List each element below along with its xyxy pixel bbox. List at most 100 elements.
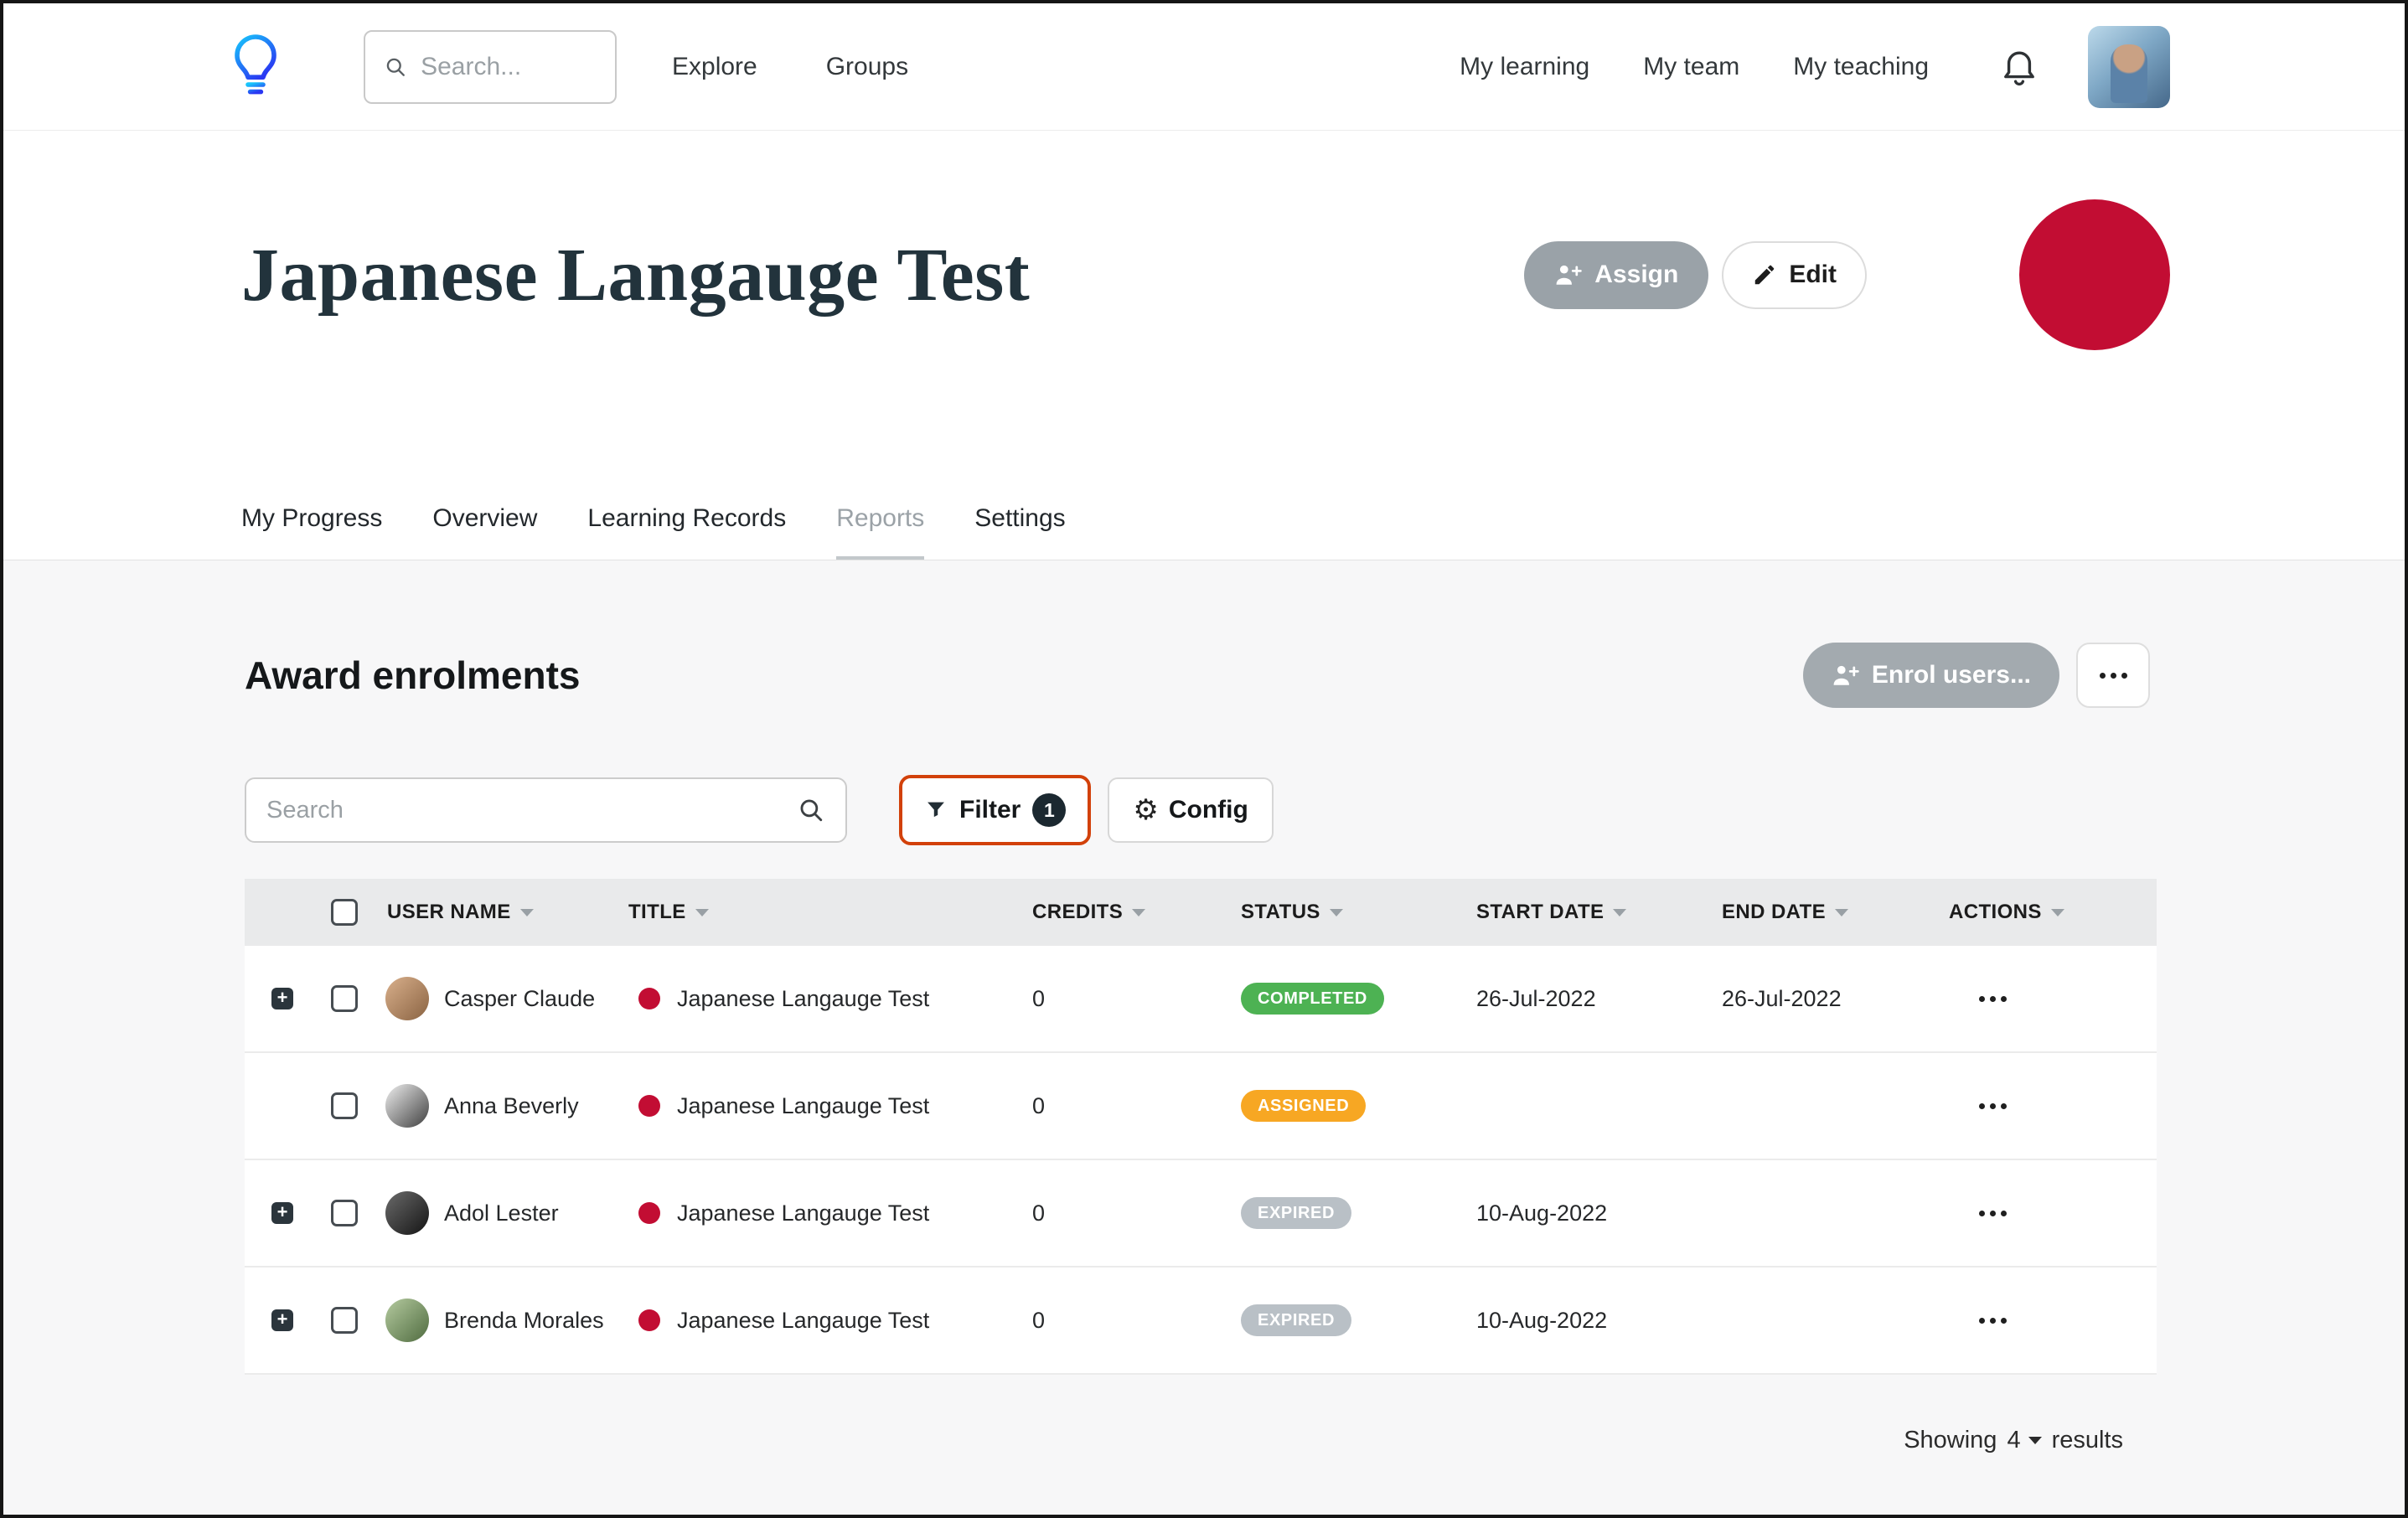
chevron-down-icon xyxy=(2028,1437,2042,1444)
credits-value: 0 xyxy=(1032,986,1045,1012)
results-label: results xyxy=(2052,1427,2123,1454)
sort-caret-icon xyxy=(2051,909,2064,916)
person-assign-icon xyxy=(1554,262,1583,287)
tab-learning-records[interactable]: Learning Records xyxy=(587,504,786,560)
pencil-icon xyxy=(1752,262,1777,287)
primary-nav: Explore Groups xyxy=(672,53,908,81)
tab-my-progress[interactable]: My Progress xyxy=(241,504,382,560)
user-avatar xyxy=(385,977,429,1020)
start-date: 10-Aug-2022 xyxy=(1476,1308,1607,1334)
user-avatar xyxy=(385,1191,429,1235)
enrol-users-button[interactable]: Enrol users... xyxy=(1803,643,2059,708)
filter-count-badge: 1 xyxy=(1032,793,1066,827)
row-actions-button[interactable] xyxy=(1976,1309,2010,1332)
nav-my-learning[interactable]: My learning xyxy=(1460,53,1589,81)
expand-row-button[interactable]: + xyxy=(271,1202,293,1224)
column-header-end-date[interactable]: END DATE xyxy=(1722,901,1949,924)
page-title: Japanese Langauge Test xyxy=(241,232,1030,318)
showing-label: Showing xyxy=(1904,1427,1997,1454)
gear-icon: ⚙ xyxy=(1133,796,1158,824)
course-title: Japanese Langauge Test xyxy=(677,1308,929,1334)
course-flag-dot xyxy=(638,1202,660,1224)
column-header-actions[interactable]: ACTIONS xyxy=(1949,901,2157,924)
expand-row-button[interactable]: + xyxy=(271,988,293,1009)
search-icon[interactable] xyxy=(797,796,825,824)
start-date: 10-Aug-2022 xyxy=(1476,1200,1607,1226)
table-body: +Casper ClaudeJapanese Langauge Test0COM… xyxy=(245,946,2157,1375)
funnel-icon xyxy=(924,798,948,822)
top-navigation-bar: Explore Groups My learning My team My te… xyxy=(3,3,2405,131)
user-name: Brenda Morales xyxy=(444,1308,604,1334)
filter-button[interactable]: Filter 1 xyxy=(899,775,1091,845)
nav-groups[interactable]: Groups xyxy=(826,53,908,81)
row-checkbox[interactable] xyxy=(331,1307,358,1334)
row-checkbox[interactable] xyxy=(331,1092,358,1119)
row-actions-button[interactable] xyxy=(1976,1202,2010,1225)
global-search-box xyxy=(364,30,617,104)
expand-row-button[interactable]: + xyxy=(271,1309,293,1331)
ellipsis-icon xyxy=(2096,664,2131,687)
table-search-input[interactable] xyxy=(266,797,797,824)
row-checkbox[interactable] xyxy=(331,1200,358,1226)
app-window: Explore Groups My learning My team My te… xyxy=(0,0,2408,1518)
row-actions-button[interactable] xyxy=(1976,1095,2010,1118)
tab-overview[interactable]: Overview xyxy=(432,504,537,560)
course-title: Japanese Langauge Test xyxy=(677,1200,929,1226)
user-avatar xyxy=(385,1299,429,1342)
tab-reports[interactable]: Reports xyxy=(836,504,924,560)
table-row: Anna Beverly Japanese Langauge Test 0 ASSIG… xyxy=(245,1053,2157,1160)
column-header-credits[interactable]: CREDITS xyxy=(1032,901,1241,924)
reports-content: Award enrolments Enrol users... xyxy=(3,560,2405,1515)
sort-caret-icon xyxy=(520,909,534,916)
course-title: Japanese Langauge Test xyxy=(677,1093,929,1119)
search-icon xyxy=(384,53,407,81)
user-avatar xyxy=(385,1084,429,1128)
section-title: Award enrolments xyxy=(245,653,580,698)
assign-button[interactable]: Assign xyxy=(1524,241,1708,309)
profile-avatar[interactable] xyxy=(2088,26,2170,108)
enrolments-table: USER NAME TITLE CREDITS STATUS START DAT… xyxy=(245,879,2157,1375)
status-badge: COMPLETED xyxy=(1241,983,1384,1015)
table-row: +Adol LesterJapanese Langauge Test0EXPIR… xyxy=(245,1160,2157,1268)
results-count-dropdown[interactable]: 4 xyxy=(2007,1427,2041,1454)
column-header-title[interactable]: TITLE xyxy=(628,901,1032,924)
status-badge: EXPIRED xyxy=(1241,1304,1351,1336)
status-badge: ASSIGNED xyxy=(1241,1090,1366,1122)
award-image-japan-flag xyxy=(2019,199,2170,350)
user-name: Adol Lester xyxy=(444,1200,559,1226)
column-header-status[interactable]: STATUS xyxy=(1241,901,1476,924)
award-header: Japanese Langauge Test Assign Edit My Pr… xyxy=(3,131,2405,560)
course-flag-dot xyxy=(638,988,660,1009)
sort-caret-icon xyxy=(695,909,709,916)
lightbulb-logo-icon[interactable] xyxy=(230,32,282,102)
person-plus-icon xyxy=(1832,663,1860,688)
config-button[interactable]: ⚙ Config xyxy=(1108,777,1273,843)
credits-value: 0 xyxy=(1032,1200,1045,1226)
user-name: Anna Beverly xyxy=(444,1093,579,1119)
nav-my-teaching[interactable]: My teaching xyxy=(1793,53,1929,81)
table-search-box xyxy=(245,777,847,843)
notifications-bell-icon[interactable] xyxy=(1999,45,2039,89)
course-flag-dot xyxy=(638,1309,660,1331)
credits-value: 0 xyxy=(1032,1093,1045,1119)
nav-my-team[interactable]: My team xyxy=(1643,53,1739,81)
course-flag-dot xyxy=(638,1095,660,1117)
sort-caret-icon xyxy=(1132,909,1145,916)
row-checkbox[interactable] xyxy=(331,985,358,1012)
select-all-checkbox[interactable] xyxy=(331,899,358,926)
tab-settings[interactable]: Settings xyxy=(974,504,1065,560)
column-header-start-date[interactable]: START DATE xyxy=(1476,901,1722,924)
nav-explore[interactable]: Explore xyxy=(672,53,757,81)
row-actions-button[interactable] xyxy=(1976,988,2010,1010)
sort-caret-icon xyxy=(1613,909,1626,916)
column-header-user-name[interactable]: USER NAME xyxy=(382,901,628,924)
more-actions-button[interactable] xyxy=(2076,643,2150,708)
sort-caret-icon xyxy=(1330,909,1343,916)
page-tabs: My Progress Overview Learning Records Re… xyxy=(241,504,2170,560)
edit-button[interactable]: Edit xyxy=(1722,241,1867,309)
sort-caret-icon xyxy=(1835,909,1848,916)
user-nav: My learning My team My teaching xyxy=(1460,53,1929,81)
global-search-input[interactable] xyxy=(421,53,597,81)
table-header-row: USER NAME TITLE CREDITS STATUS START DAT… xyxy=(245,879,2157,946)
table-row: +Casper ClaudeJapanese Langauge Test0COM… xyxy=(245,946,2157,1053)
